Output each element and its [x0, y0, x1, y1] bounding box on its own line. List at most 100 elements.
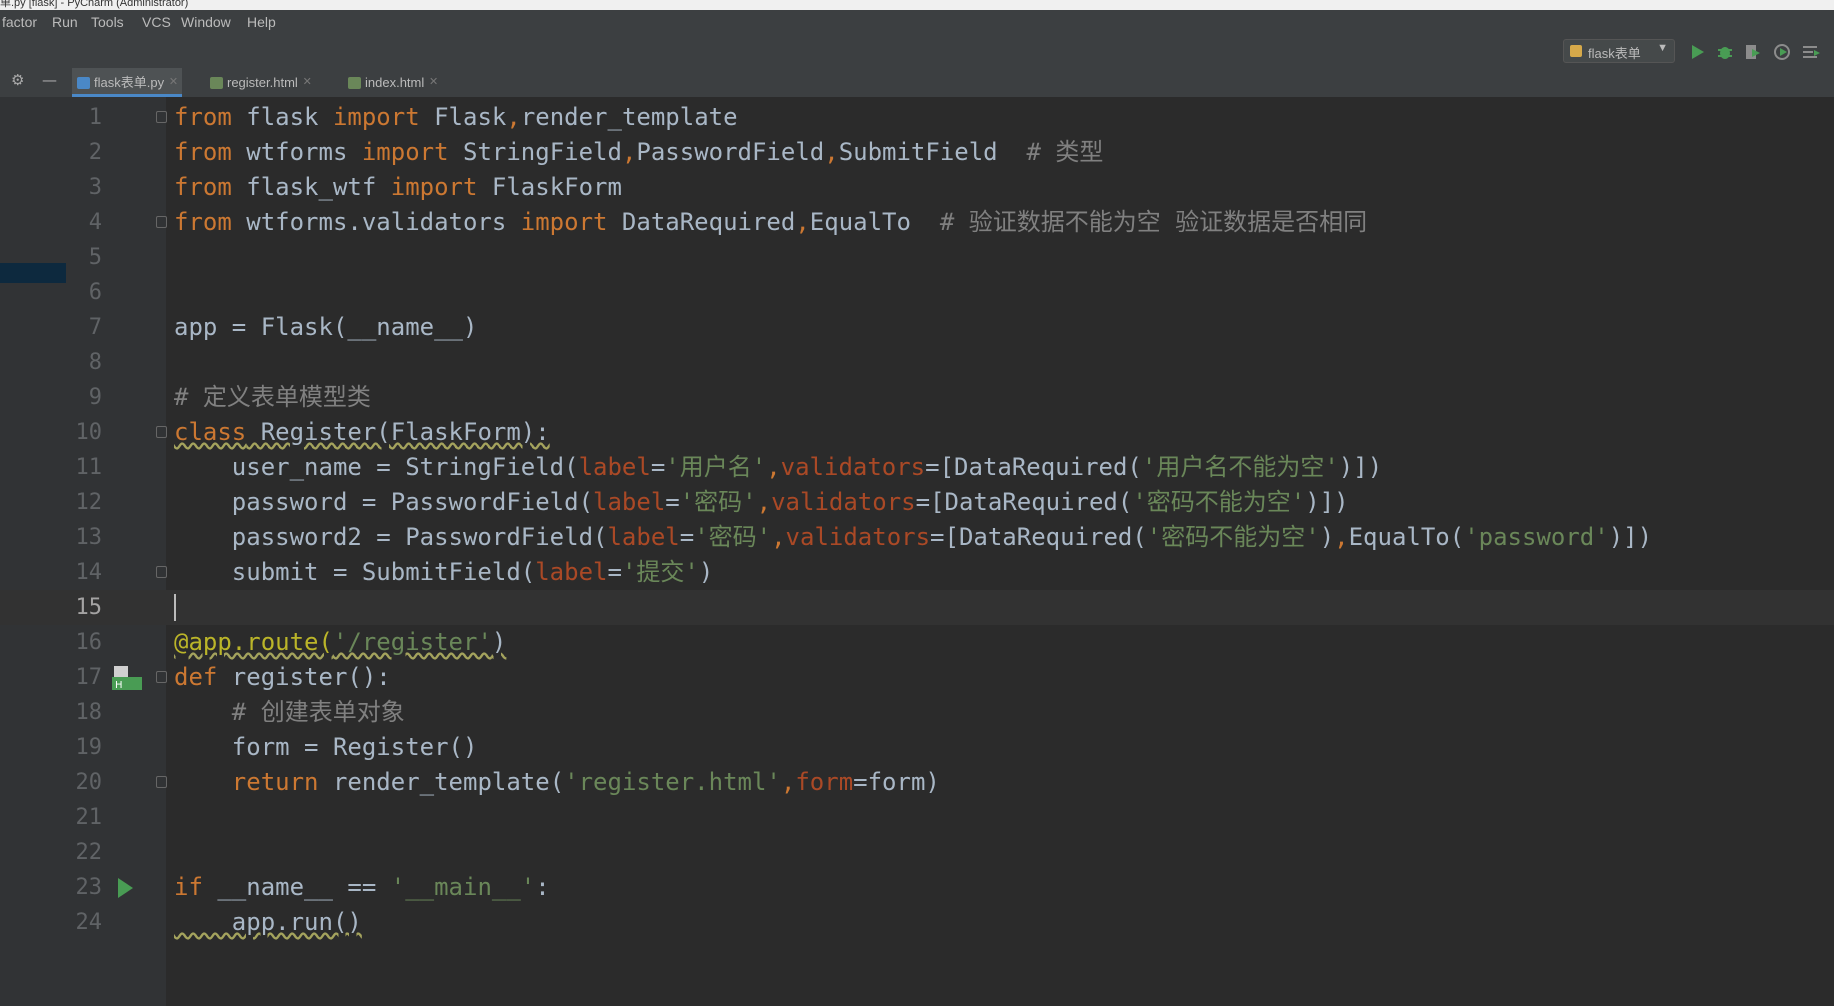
code-line[interactable]: 1 from flask import Flask,render_template: [0, 100, 1834, 135]
html-file-icon: [348, 77, 361, 89]
code-token: '用户名': [665, 453, 767, 481]
code-line[interactable]: 20 return render_template('register.html…: [0, 765, 1834, 800]
code-line[interactable]: 3 from flask_wtf import FlaskForm: [0, 170, 1834, 205]
code-line[interactable]: 4 from wtforms.validators import DataRequ…: [0, 205, 1834, 240]
code-line[interactable]: 13 password2 = PasswordField(label='密码',…: [0, 520, 1834, 555]
fold-toggle-icon[interactable]: [156, 671, 167, 683]
gear-icon[interactable]: ⚙: [11, 71, 24, 89]
code-line[interactable]: 17 Hdef register():: [0, 660, 1834, 695]
code-token: FlaskForm: [477, 173, 622, 201]
code-token: label: [535, 558, 608, 586]
code-token: import: [361, 138, 449, 166]
code-token: ,: [824, 138, 839, 166]
code-token: submit = SubmitField(: [174, 558, 536, 586]
chevron-down-icon: ▼: [1657, 42, 1668, 54]
code-token: DataRequired: [607, 208, 796, 236]
profile-icon[interactable]: [1771, 41, 1793, 63]
code-line[interactable]: 8: [0, 345, 1834, 380]
menu-help[interactable]: Help: [247, 14, 276, 30]
line-number: 3: [88, 175, 102, 200]
code-token: Register(FlaskForm):: [246, 418, 550, 446]
coverage-icon[interactable]: [1742, 41, 1764, 63]
code-token: app.run(): [174, 908, 362, 936]
html-file-icon: [210, 77, 223, 89]
code-token: =[DataRequired(: [925, 453, 1142, 481]
code-token: label: [607, 523, 680, 551]
line-number: 24: [75, 910, 103, 935]
code-text: user_name = StringField(label='用户名',vali…: [174, 450, 1382, 485]
code-text: app = Flask(__name__): [174, 310, 477, 345]
code-line[interactable]: 2 from wtforms import StringField,Passwor…: [0, 135, 1834, 170]
fold-toggle-icon[interactable]: [156, 566, 167, 578]
code-token: ,: [621, 138, 637, 166]
close-icon[interactable]: ✕: [429, 68, 438, 97]
code-line[interactable]: 15: [0, 590, 1834, 625]
run-configuration-select[interactable]: flask表单 ▼: [1563, 39, 1675, 63]
line-number: 7: [88, 315, 102, 340]
menu-run[interactable]: Run: [52, 14, 78, 30]
code-line[interactable]: 23 if __name__ == '__main__':: [0, 870, 1834, 905]
code-token: import: [520, 208, 608, 236]
run-arrow-icon[interactable]: [118, 878, 133, 898]
code-token: =: [650, 453, 666, 481]
code-token: validators: [785, 523, 931, 551]
run-icon[interactable]: [1686, 41, 1708, 63]
html-template-icon[interactable]: H: [110, 664, 144, 692]
text-caret: [174, 594, 176, 621]
fold-toggle-icon[interactable]: [156, 111, 167, 123]
code-line[interactable]: 22: [0, 835, 1834, 870]
code-line[interactable]: 10 class Register(FlaskForm):: [0, 415, 1834, 450]
close-icon[interactable]: ✕: [169, 68, 178, 97]
minimize-icon[interactable]: —: [42, 71, 57, 89]
line-number: 5: [88, 245, 102, 270]
line-number: 8: [88, 350, 102, 375]
code-line[interactable]: 11 user_name = StringField(label='用户名',v…: [0, 450, 1834, 485]
code-token: '__main__': [390, 873, 536, 901]
code-token: __name__ ==: [202, 873, 391, 901]
line-number: 13: [75, 525, 103, 550]
line-number: 1: [88, 105, 102, 130]
debug-icon[interactable]: [1714, 41, 1736, 63]
code-token: Flask: [419, 103, 507, 131]
line-number: 18: [75, 700, 103, 725]
line-number: 21: [75, 805, 103, 830]
code-line[interactable]: 5: [0, 240, 1834, 275]
code-token: EqualTo: [809, 208, 940, 236]
code-text: from flask_wtf import FlaskForm: [174, 170, 622, 205]
code-token: ,: [1334, 523, 1349, 551]
main-toolbar: flask表单 ▼: [0, 36, 1834, 68]
tab-index-html[interactable]: index.html ✕: [343, 68, 442, 97]
code-line[interactable]: 7 app = Flask(__name__): [0, 310, 1834, 345]
tab-flask-form-py[interactable]: flask表单.py ✕: [72, 68, 183, 97]
menu-window[interactable]: Window: [181, 14, 231, 30]
line-number: 22: [75, 840, 103, 865]
code-token: )]): [1338, 453, 1383, 481]
code-text: app.run(): [174, 905, 362, 940]
code-line[interactable]: 9 # 定义表单模型类: [0, 380, 1834, 415]
concurrency-icon[interactable]: [1800, 41, 1822, 63]
fold-toggle-icon[interactable]: [156, 216, 167, 228]
fold-toggle-icon[interactable]: [156, 776, 167, 788]
code-text: if __name__ == '__main__':: [174, 870, 550, 905]
window-title-bar: 单.py [flask] - PyCharm (Administrator): [0, 0, 1834, 10]
code-token: =[DataRequired(: [915, 488, 1133, 516]
code-token: render_template(: [318, 768, 565, 796]
menu-vcs[interactable]: VCS: [142, 14, 171, 30]
code-line[interactable]: 6: [0, 275, 1834, 310]
code-token: '密码': [694, 523, 772, 551]
code-line[interactable]: 19 form = Register(): [0, 730, 1834, 765]
code-line[interactable]: 24 app.run(): [0, 905, 1834, 940]
code-line[interactable]: 14 submit = SubmitField(label='提交'): [0, 555, 1834, 590]
tab-register-html[interactable]: register.html ✕: [205, 68, 316, 97]
code-line[interactable]: 12 password = PasswordField(label='密码',v…: [0, 485, 1834, 520]
menu-refactor[interactable]: factor: [2, 14, 37, 30]
menu-tools[interactable]: Tools: [91, 14, 124, 30]
close-icon[interactable]: ✕: [303, 68, 312, 97]
line-number: 19: [75, 735, 103, 760]
code-line[interactable]: 21: [0, 800, 1834, 835]
code-token: label: [593, 488, 666, 516]
fold-toggle-icon[interactable]: [156, 426, 167, 438]
code-line[interactable]: 18 # 创建表单对象: [0, 695, 1834, 730]
line-number: 23: [75, 875, 103, 900]
code-line[interactable]: 16 @app.route('/register'): [0, 625, 1834, 660]
